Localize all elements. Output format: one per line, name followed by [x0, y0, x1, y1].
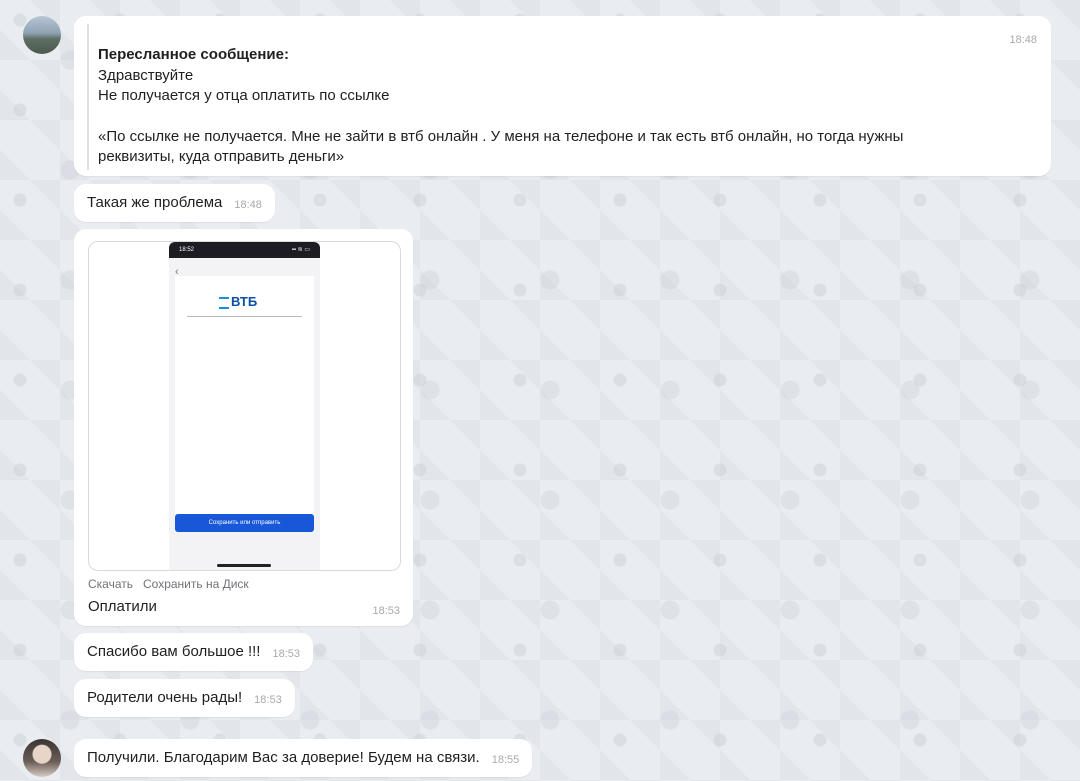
message-text: Родители очень рады! — [87, 689, 243, 706]
message-time: 18:53 — [272, 648, 300, 660]
message-time: 18:48 — [1009, 34, 1037, 46]
forwarded-line-2: Не получается у отца оплатить по ссылке — [98, 87, 390, 104]
forwarded-line-1: Здравствуйте — [98, 67, 194, 84]
forwarded-message: Пересланное сообщение: Здравствуйте Не п… — [74, 16, 1051, 176]
forwarded-quote: «По ссылке не получается. Мне не зайти в… — [98, 128, 904, 165]
image-caption: Оплатили — [88, 598, 157, 615]
message-time: 18:53 — [254, 694, 282, 706]
download-link[interactable]: Скачать — [88, 574, 133, 594]
attached-image[interactable]: 18:52 ▪▪ ≋ ▭ ‹ ВТБ Сохранить или отправи… — [88, 241, 401, 571]
vtb-logo-text: ВТБ — [231, 294, 258, 309]
phone-screenshot: 18:52 ▪▪ ≋ ▭ ‹ ВТБ Сохранить или отправи… — [169, 242, 320, 570]
home-indicator — [217, 564, 271, 567]
message-bubble: Такая же проблема 18:48 — [74, 184, 275, 222]
divider — [187, 316, 302, 317]
quote-bar — [87, 24, 89, 170]
save-to-disk-link[interactable]: Сохранить на Диск — [143, 574, 249, 594]
image-message: 18:52 ▪▪ ≋ ▭ ‹ ВТБ Сохранить или отправи… — [74, 229, 413, 626]
message-text: Такая же проблема — [87, 194, 223, 211]
message-time: 18:55 — [491, 754, 520, 766]
message-time: 18:53 — [372, 605, 400, 617]
message-time: 18:48 — [234, 199, 262, 211]
message-bubble: Спасибо вам большое !!! 18:53 — [74, 633, 313, 671]
phone-card: ВТБ — [175, 276, 314, 520]
message-text: Спасибо вам большое !!! — [87, 643, 261, 660]
message-bubble: Получили. Благодарим Вас за доверие! Буд… — [74, 739, 533, 777]
redacted-area — [170, 25, 444, 47]
vtb-logo-icon — [219, 296, 229, 309]
sender-avatar[interactable] — [23, 16, 61, 54]
message-bubble: Родители очень рады! 18:53 — [74, 679, 295, 717]
vtb-logo: ВТБ — [219, 292, 257, 312]
save-or-send-button: Сохранить или отправить — [175, 514, 314, 532]
image-actions: Скачать Сохранить на Диск — [88, 574, 249, 594]
operator-avatar[interactable] — [23, 739, 61, 777]
phone-status-bar: 18:52 ▪▪ ≋ ▭ — [169, 242, 320, 258]
forwarded-header: Пересланное сообщение: — [98, 46, 289, 63]
phone-time: 18:52 — [179, 247, 195, 253]
status-icons: ▪▪ ≋ ▭ — [291, 247, 310, 253]
message-text: Получили. Благодарим Вас за доверие! Буд… — [87, 749, 480, 766]
